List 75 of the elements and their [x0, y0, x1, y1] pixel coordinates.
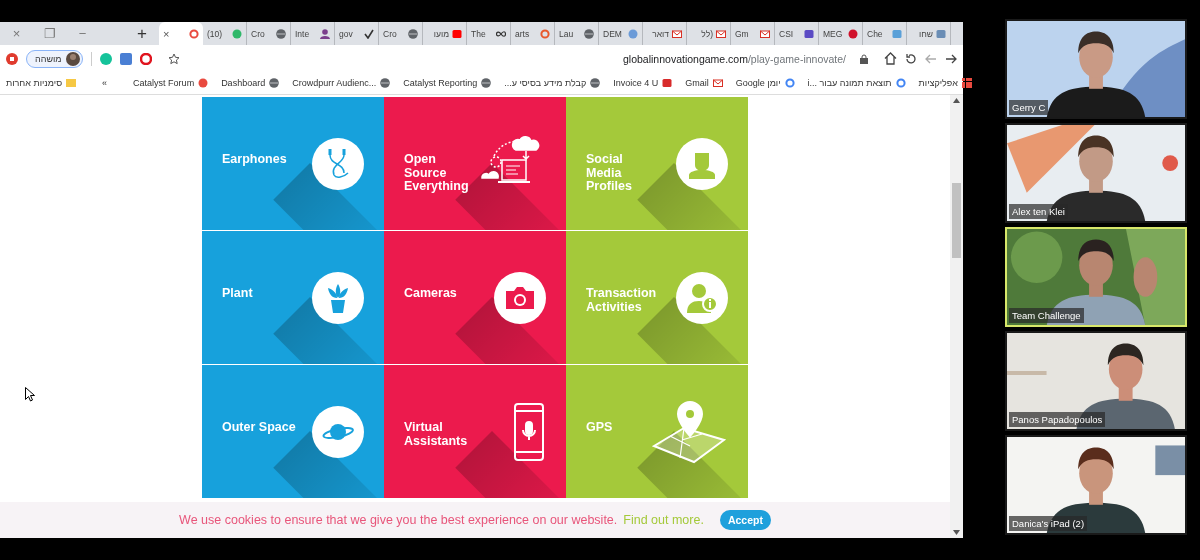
- reload-icon[interactable]: [905, 52, 917, 65]
- tile-label: Outer Space: [222, 421, 296, 435]
- scroll-up-icon[interactable]: [953, 98, 960, 103]
- browser-tab[interactable]: שחו: [907, 22, 951, 45]
- tile-label: Transaction Activities: [586, 287, 657, 314]
- extension-icon[interactable]: [119, 52, 132, 65]
- bookmark-folder[interactable]: סימניות אחרות: [6, 78, 77, 88]
- cookie-text: We use cookies to ensure that we give you the best experience on our website.: [179, 513, 618, 527]
- profile-button[interactable]: מושהה: [26, 49, 83, 68]
- window-control[interactable]: −: [66, 26, 99, 41]
- bookmark[interactable]: Catalyst Reporting: [403, 78, 492, 88]
- browser-tab[interactable]: (לל: [687, 22, 731, 45]
- tile-label: Plant: [222, 287, 253, 301]
- tile-label: Virtual Assistants: [404, 421, 468, 448]
- browser-tab[interactable]: gov: [335, 22, 379, 45]
- tile-label: Cameras: [404, 287, 457, 301]
- scrollbar[interactable]: [950, 95, 963, 538]
- browser-tab[interactable]: Gm: [731, 22, 775, 45]
- lock-icon: [860, 53, 868, 64]
- browser-tab[interactable]: Lau: [555, 22, 599, 45]
- window-control[interactable]: ❐: [33, 26, 66, 41]
- browser-tab[interactable]: arts: [511, 22, 555, 45]
- window-control[interactable]: ×: [0, 26, 33, 41]
- avatar-icon: [65, 51, 80, 66]
- browser-tab[interactable]: (10): [203, 22, 247, 45]
- map-pin-icon: [650, 399, 728, 464]
- home-icon[interactable]: [884, 52, 897, 65]
- camera-icon: [504, 284, 536, 311]
- browser-tab[interactable]: Che: [863, 22, 907, 45]
- bookmark[interactable]: Catalyst Forum: [133, 78, 209, 88]
- more-bookmarks-button[interactable]: «: [102, 78, 108, 88]
- bookmark[interactable]: יומן Google: [735, 78, 795, 88]
- bookmark[interactable]: Crowdpurr Audienc...: [292, 78, 391, 88]
- extension-icon[interactable]: [139, 52, 152, 65]
- tab-close-button[interactable]: ×: [163, 27, 186, 40]
- bookmark[interactable]: Invoice 4 U: [613, 78, 673, 88]
- bookmark[interactable]: תוצאת תמונה עבור ...i: [807, 78, 906, 88]
- participant-name: Panos Papadopoulos: [1009, 412, 1106, 427]
- topic-tile[interactable]: Virtual Assistants: [384, 365, 566, 498]
- phone-microphone-icon: [512, 401, 546, 462]
- browser-tab[interactable]: The: [467, 22, 511, 45]
- topic-tile[interactable]: Open Source Everything: [384, 97, 566, 230]
- person-info-icon: [686, 281, 718, 314]
- tile-label: Open Source Everything: [404, 153, 469, 194]
- tile-label: GPS: [586, 421, 613, 435]
- browser-tab[interactable]: DEM: [599, 22, 643, 45]
- bookmark[interactable]: אפליקציות: [918, 78, 972, 88]
- star-icon[interactable]: [167, 52, 180, 65]
- browser-tab[interactable]: Cro: [247, 22, 291, 45]
- participant-name: Danica's iPad (2): [1009, 516, 1088, 531]
- topic-tile[interactable]: Cameras: [384, 231, 566, 364]
- tile-label: Social Media Profiles: [586, 153, 632, 194]
- bookmark[interactable]: קבלת מידע בסיסי ע...: [504, 78, 601, 88]
- participant-name: Team Challenge: [1009, 308, 1084, 323]
- participant-name: Alex ten Klei: [1009, 204, 1068, 219]
- mouse-cursor-icon: [25, 387, 35, 402]
- new-tab-button[interactable]: +: [125, 23, 159, 44]
- participant-name: Gerry C: [1009, 100, 1049, 115]
- browser-tab[interactable]: דואר: [643, 22, 687, 45]
- scroll-down-icon[interactable]: [953, 530, 960, 535]
- bookmark[interactable]: Dashboard: [221, 78, 280, 88]
- bookmark[interactable]: Gmail: [685, 78, 723, 88]
- browser-tab[interactable]: MEG: [819, 22, 863, 45]
- browser-tab[interactable]: Inte: [291, 22, 335, 45]
- scroll-thumb[interactable]: [952, 183, 961, 258]
- forward-arrow-icon[interactable]: [945, 52, 957, 65]
- browser-tab[interactable]: ×: [159, 22, 203, 45]
- browser-tab[interactable]: Cro: [379, 22, 423, 45]
- address-bar[interactable]: globalinnovationgame.com/play-game-innovate/: [159, 47, 876, 70]
- url-text: globalinnovationgame.com/play-game-innovate/: [623, 52, 846, 65]
- tile-label: Earphones: [222, 153, 287, 167]
- browser-tab[interactable]: CSI: [775, 22, 819, 45]
- extension-icon[interactable]: [6, 52, 18, 65]
- folder-icon: [66, 78, 77, 88]
- browser-tab[interactable]: מועו: [423, 22, 467, 45]
